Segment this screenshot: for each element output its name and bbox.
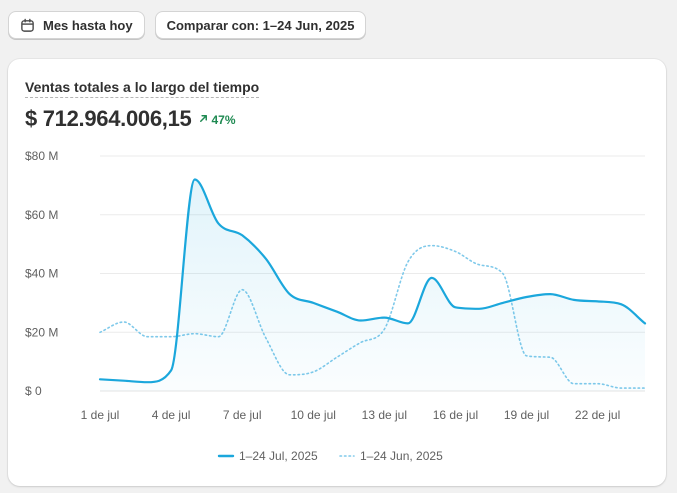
calendar-icon [20,18,35,33]
data-point [145,334,150,339]
y-tick-label: $40 M [25,267,58,281]
data-point [500,271,505,276]
data-point [98,377,103,382]
data-point [334,309,339,314]
data-point [477,306,482,311]
data-point [263,256,268,261]
data-point [145,380,150,385]
data-point [477,262,482,267]
data-point [595,299,600,304]
data-point [311,300,316,305]
legend-label: 1–24 Jul, 2025 [239,449,318,463]
data-point [192,177,197,182]
compare-button[interactable]: Comparar con: 1–24 Jun, 2025 [154,11,367,39]
data-point [548,292,553,297]
y-tick-label: $60 M [25,208,58,222]
data-point [287,292,292,297]
sales-line-chart[interactable]: $ 0 $20 M $40 M $60 M $80 M 1 de jul 4 de jul 7… [8,59,666,486]
data-point [98,330,103,335]
data-point [619,302,624,307]
legend-label: 1–24 Jun, 2025 [360,449,443,463]
data-point [429,243,434,248]
data-point [382,315,387,320]
date-range-label: Mes hasta hoy [43,17,133,33]
data-point [453,305,458,310]
compare-label: Comparar con: 1–24 Jun, 2025 [166,17,355,33]
x-tick-label: 4 de jul [152,408,191,422]
data-point [429,275,434,280]
y-tick-label: $20 M [25,325,58,339]
data-point [524,295,529,300]
x-tick-label: 13 de jul [362,408,407,422]
data-point [121,378,126,383]
data-point [643,321,648,326]
data-point [358,318,363,323]
x-tick-label: 7 de jul [223,408,262,422]
toolbar: Mes hasta hoy Comparar con: 1–24 Jun, 20… [8,11,367,39]
x-tick-label: 22 de jul [575,408,620,422]
data-point [453,249,458,254]
x-tick-label: 16 de jul [433,408,478,422]
data-point [240,233,245,238]
data-point [500,300,505,305]
y-tick-label: $ 0 [25,384,42,398]
x-tick-label: 10 de jul [291,408,336,422]
data-point [121,319,126,324]
data-point [406,321,411,326]
y-tick-label: $80 M [25,149,58,163]
sales-chart-card: Ventas totales a lo largo del tiempo $ 7… [8,59,666,486]
data-point [169,368,174,373]
x-tick-label: 19 de jul [504,408,549,422]
x-tick-label: 1 de jul [81,408,120,422]
data-point [169,334,174,339]
data-point [571,297,576,302]
data-point [216,221,221,226]
data-point [406,259,411,264]
date-range-button[interactable]: Mes hasta hoy [8,11,145,39]
